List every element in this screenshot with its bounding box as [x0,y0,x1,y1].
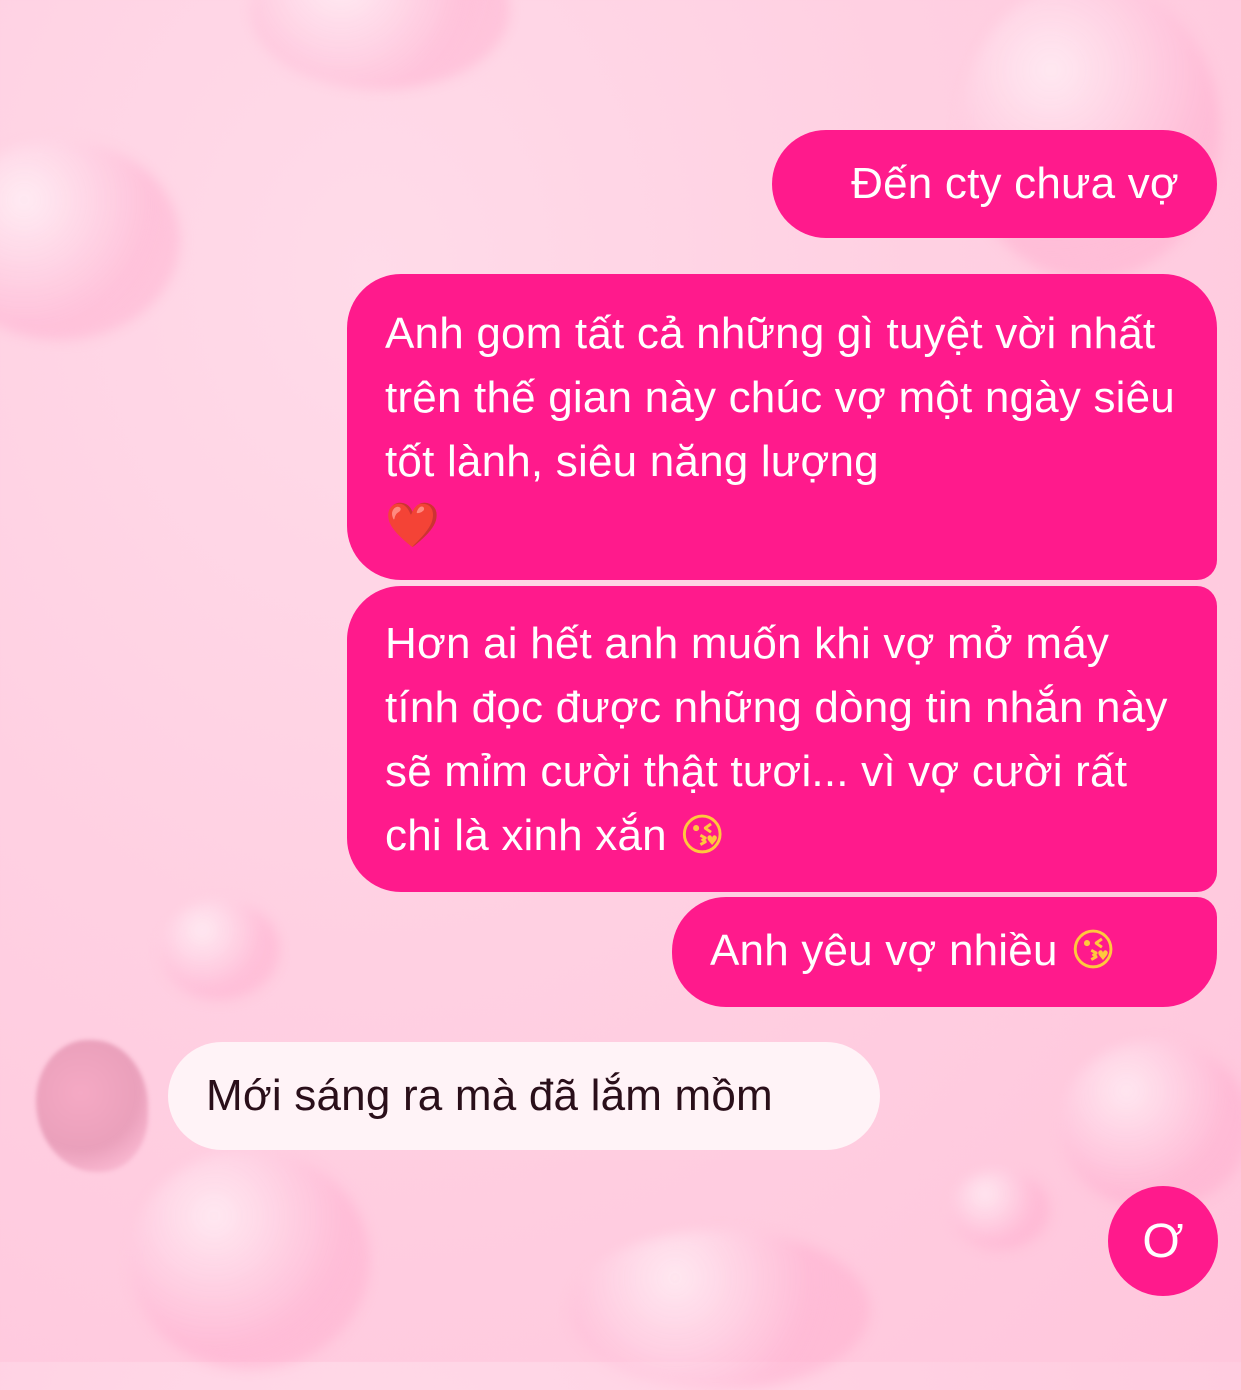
message-text: Mới sáng ra mà đã lắm mồm [206,1071,773,1120]
outgoing-message-bubble[interactable]: Anh gom tất cả những gì tuyệt vời nhất t… [347,274,1217,580]
outgoing-message-bubble[interactable]: Hơn ai hết anh muốn khi vợ mở máy tính đ… [347,586,1217,892]
outgoing-message-bubble[interactable]: Đến cty chưa vợ [772,130,1217,238]
incoming-message-bubble[interactable]: Mới sáng ra mà đã lắm mồm [168,1042,880,1150]
message-text: Ơ [1142,1214,1184,1268]
kissing-face-icon: 😘 [1070,925,1117,976]
message-text: Anh gom tất cả những gì tuyệt vời nhất t… [385,309,1175,486]
message-text: Đến cty chưa vợ [851,159,1179,208]
partner-avatar[interactable] [36,1040,148,1172]
outgoing-message-bubble[interactable]: Anh yêu vợ nhiều 😘 [672,897,1217,1007]
outgoing-message-bubble[interactable]: Ơ [1108,1186,1218,1296]
kissing-face-icon: 😘 [679,810,726,861]
message-text: Anh yêu vợ nhiều [710,926,1058,975]
red-heart-icon: ❤️ [385,500,440,551]
chat-thread: Đến cty chưa vợ Anh gom tất cả những gì … [0,0,1241,1362]
message-text: Hơn ai hết anh muốn khi vợ mở máy tính đ… [385,619,1168,860]
